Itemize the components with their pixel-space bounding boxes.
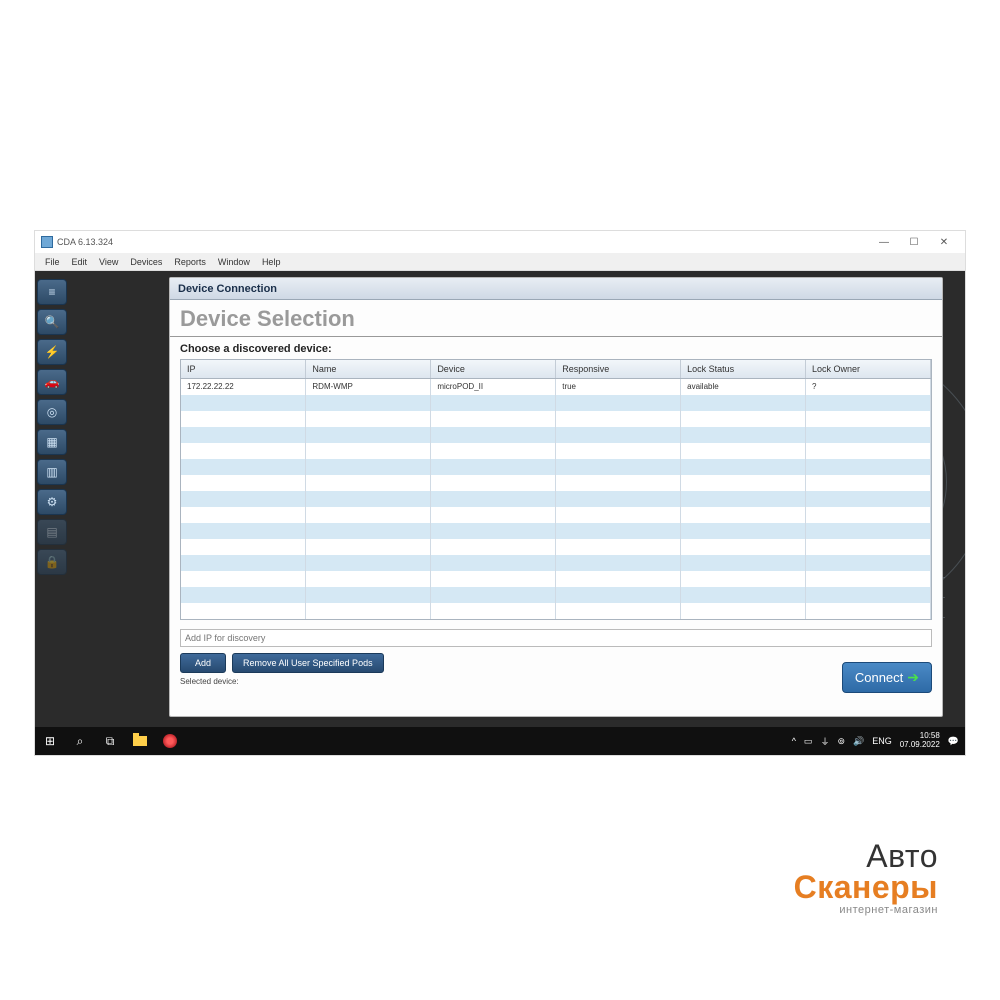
table-row[interactable] [181, 491, 931, 507]
col-lock-status[interactable]: Lock Status [681, 360, 806, 379]
app-body: ≡ 🔍 ⚡ 🚗 ◎ ▦ ▥ ⚙ ▤ 🔒 Device Connection De… [35, 271, 965, 727]
sidebar-lock-icon[interactable]: 🔒 [37, 549, 67, 575]
connect-button[interactable]: Connect ➔ [842, 662, 932, 693]
sidebar-diag-icon[interactable]: ⚙ [37, 489, 67, 515]
cell-name: RDM-WMP [306, 379, 431, 395]
menu-file[interactable]: File [39, 257, 66, 267]
taskbar-clock[interactable]: 10:58 07.09.2022 [900, 732, 940, 750]
col-lock-owner[interactable]: Lock Owner [806, 360, 931, 379]
opera-icon[interactable] [155, 727, 185, 755]
sidebar: ≡ 🔍 ⚡ 🚗 ◎ ▦ ▥ ⚙ ▤ 🔒 [35, 277, 69, 577]
table-row[interactable] [181, 523, 931, 539]
table-row[interactable] [181, 395, 931, 411]
col-ip[interactable]: IP [181, 360, 306, 379]
file-explorer-icon[interactable] [125, 727, 155, 755]
menu-window[interactable]: Window [212, 257, 256, 267]
watermark-line2: Сканеры [794, 869, 938, 906]
menu-view[interactable]: View [93, 257, 124, 267]
table-row[interactable] [181, 475, 931, 491]
search-icon[interactable]: ⌕ [65, 727, 95, 755]
ip-input-wrap [180, 628, 932, 647]
menu-edit[interactable]: Edit [66, 257, 94, 267]
window-close-button[interactable]: ✕ [929, 231, 959, 253]
table-row[interactable] [181, 427, 931, 443]
table-row[interactable] [181, 507, 931, 523]
menu-devices[interactable]: Devices [124, 257, 168, 267]
desktop-window: CDA 6.13.324 — ☐ ✕ File Edit View Device… [34, 230, 966, 756]
app-icon [41, 236, 53, 248]
watermark: Авто Сканеры интернет-магазин [794, 838, 938, 916]
device-connection-panel: Device Connection Device Selection Choos… [169, 277, 943, 717]
windows-taskbar: ⊞ ⌕ ⧉ ^ ▭ ⏚ ⊚ 🔊 ENG 10:58 07.09.2022 💬 [35, 727, 965, 755]
col-responsive[interactable]: Responsive [556, 360, 681, 379]
sidebar-panel-icon[interactable]: ▥ [37, 459, 67, 485]
cell-device: microPOD_II [431, 379, 556, 395]
window-title: CDA 6.13.324 [57, 237, 869, 247]
volume-icon[interactable]: 🔊 [853, 736, 864, 747]
sidebar-data-icon[interactable]: ▦ [37, 429, 67, 455]
table-row[interactable] [181, 539, 931, 555]
table-row[interactable] [181, 411, 931, 427]
window-minimize-button[interactable]: — [869, 231, 899, 253]
menu-bar: File Edit View Devices Reports Window He… [35, 253, 965, 271]
window-maximize-button[interactable]: ☐ [899, 231, 929, 253]
menu-reports[interactable]: Reports [168, 257, 212, 267]
arrow-right-icon: ➔ [907, 669, 919, 686]
start-button[interactable]: ⊞ [35, 727, 65, 755]
notifications-icon[interactable]: 💬 [948, 736, 959, 747]
table-row[interactable] [181, 571, 931, 587]
cell-ip: 172.22.22.22 [181, 379, 306, 395]
table-row[interactable] [181, 603, 931, 619]
sidebar-vehicle-icon[interactable]: 🚗 [37, 369, 67, 395]
sidebar-chip-icon[interactable]: ▤ [37, 519, 67, 545]
network-icon[interactable]: ⏚ [820, 735, 829, 748]
table-row[interactable] [181, 587, 931, 603]
device-table: IP Name Device Responsive Lock Status Lo… [180, 359, 932, 620]
language-indicator[interactable]: ENG [872, 736, 892, 746]
panel-subtitle: Choose a discovered device: [170, 337, 942, 359]
tray-chevron-icon[interactable]: ^ [792, 736, 796, 746]
table-row[interactable] [181, 459, 931, 475]
menu-help[interactable]: Help [256, 257, 287, 267]
system-tray: ^ ▭ ⏚ ⊚ 🔊 ENG 10:58 07.09.2022 💬 [792, 732, 965, 750]
connect-label: Connect [855, 670, 903, 685]
sidebar-flash-icon[interactable]: ⚡ [37, 339, 67, 365]
sidebar-target-icon[interactable]: ◎ [37, 399, 67, 425]
clock-date: 07.09.2022 [900, 741, 940, 750]
window-titlebar: CDA 6.13.324 — ☐ ✕ [35, 231, 965, 253]
cell-responsive: true [556, 379, 681, 395]
task-view-icon[interactable]: ⧉ [95, 727, 125, 755]
cell-lock-status: available [681, 379, 806, 395]
table-row[interactable] [181, 443, 931, 459]
table-row[interactable]: 172.22.22.22 RDM-WMP microPOD_II true av… [181, 379, 931, 395]
battery-icon[interactable]: ▭ [804, 736, 813, 747]
ip-discovery-input[interactable] [180, 629, 932, 647]
table-row[interactable] [181, 555, 931, 571]
cell-lock-owner: ? [806, 379, 931, 395]
sidebar-search-icon[interactable]: 🔍 [37, 309, 67, 335]
wifi-icon[interactable]: ⊚ [837, 736, 845, 747]
sidebar-menu-icon[interactable]: ≡ [37, 279, 67, 305]
cda-app-icon[interactable] [185, 727, 215, 755]
panel-header: Device Connection [170, 278, 942, 300]
col-device[interactable]: Device [431, 360, 556, 379]
col-name[interactable]: Name [306, 360, 431, 379]
panel-title: Device Selection [170, 300, 942, 337]
